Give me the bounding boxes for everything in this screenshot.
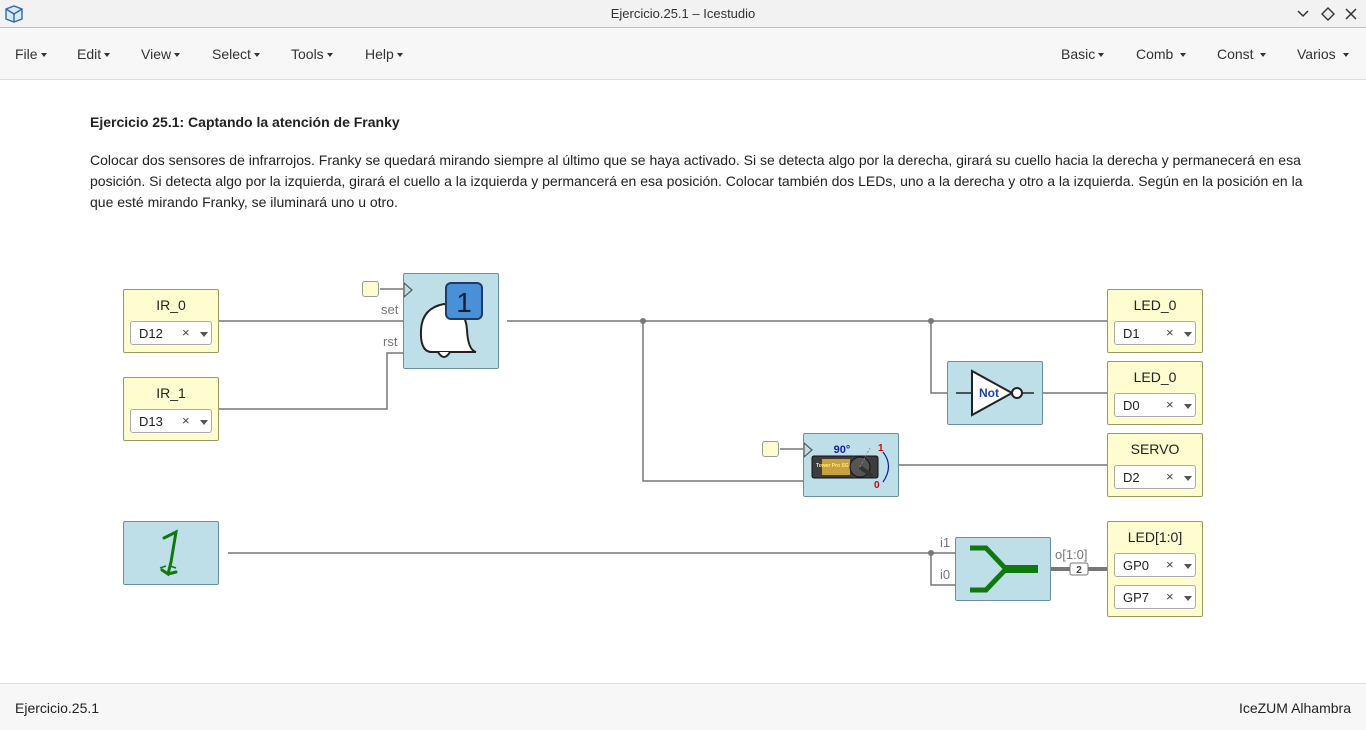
svg-text:1: 1	[456, 287, 472, 318]
dropdown-arrow-icon	[1184, 404, 1192, 409]
clock-input-toggle[interactable]	[362, 281, 379, 297]
pin-select[interactable]: D1 ×	[1114, 321, 1196, 345]
wire-junction	[928, 318, 934, 324]
design-canvas[interactable]: Ejercicio 25.1: Captando la atención de …	[0, 80, 1366, 683]
not-gate-icon: Not	[956, 369, 1034, 417]
output-block-led0-d1[interactable]: LED_0 D1 ×	[1107, 289, 1203, 353]
input-name: IR_0	[156, 297, 186, 313]
svg-text:0: 0	[874, 480, 880, 491]
port-label-out: o[1:0]	[1055, 547, 1088, 562]
dropdown-arrow-icon	[1184, 332, 1192, 337]
dropdown-arrow-icon	[200, 332, 208, 337]
menu-tools[interactable]: Tools	[291, 46, 333, 62]
menu-varios[interactable]: Varios	[1297, 46, 1349, 62]
title-bar: Ejercicio.25.1 – Icestudio	[0, 0, 1366, 28]
pin-select[interactable]: D2 ×	[1114, 465, 1196, 489]
status-bar: Ejercicio.25.1 IceZUM Alhambra	[0, 683, 1366, 730]
pin-select[interactable]: GP7 ×	[1114, 585, 1196, 609]
wire-junction	[640, 318, 646, 324]
svg-text:Not: Not	[979, 386, 999, 400]
pin-select[interactable]: D0 ×	[1114, 393, 1196, 417]
output-name: LED_0	[1133, 297, 1177, 313]
project-name: Ejercicio.25.1	[15, 700, 100, 716]
window-title: Ejercicio.25.1 – Icestudio	[610, 6, 756, 21]
clear-icon[interactable]: ×	[1166, 589, 1174, 604]
menu-basic[interactable]: Basic	[1061, 46, 1105, 62]
join-bus-block[interactable]	[955, 537, 1051, 601]
port-label-i1: i1	[940, 535, 951, 550]
menu-comb[interactable]: Comb	[1136, 46, 1187, 62]
port-label-set: set	[381, 302, 399, 317]
menu-bar: File Edit View Select Tools Help Basic C…	[0, 29, 1366, 80]
dropdown-arrow-icon	[200, 420, 208, 425]
servo-block[interactable]: 90° 1 0 Tower Pro SG-90	[803, 433, 899, 497]
clock-input-toggle[interactable]	[762, 441, 779, 457]
constant-one-icon	[159, 529, 178, 577]
clear-icon[interactable]: ×	[182, 325, 190, 340]
menu-const[interactable]: Const	[1217, 46, 1267, 62]
close-icon[interactable]	[1343, 6, 1359, 22]
pin-select[interactable]: D12 ×	[130, 321, 212, 345]
pin-select[interactable]: GP0 ×	[1114, 553, 1196, 577]
menu-view[interactable]: View	[141, 46, 181, 62]
wire-junction	[928, 550, 934, 556]
port-label-i0: i0	[940, 567, 951, 582]
flipflop-block[interactable]: 1	[403, 273, 499, 369]
svg-text:90°: 90°	[834, 444, 851, 456]
output-name: LED[1:0]	[1127, 529, 1183, 545]
output-name: SERVO	[1130, 441, 1180, 457]
bell-icon: 1	[403, 281, 483, 358]
clear-icon[interactable]: ×	[1166, 469, 1174, 484]
menu-file[interactable]: File	[15, 46, 47, 62]
join-bus-icon	[970, 545, 1038, 593]
wire-to-servo	[642, 321, 803, 482]
input-name: IR_1	[156, 385, 186, 401]
output-block-servo[interactable]: SERVO D2 ×	[1107, 433, 1203, 497]
dropdown-arrow-icon	[1184, 476, 1192, 481]
clear-icon[interactable]: ×	[1166, 557, 1174, 572]
output-block-led-bus[interactable]: LED[1:0] GP0 × GP7 ×	[1107, 521, 1203, 617]
menu-select[interactable]: Select	[212, 46, 260, 62]
wire-ir1-rst	[219, 352, 403, 410]
maximize-icon[interactable]	[1320, 6, 1336, 22]
input-block-ir0[interactable]: IR_0 D12 ×	[123, 289, 219, 353]
bus-size-label: 2	[1076, 565, 1082, 576]
clear-icon[interactable]: ×	[1166, 397, 1174, 412]
output-name: LED_0	[1133, 369, 1177, 385]
constant-one-block[interactable]	[123, 521, 219, 585]
minimize-icon[interactable]	[1295, 6, 1311, 22]
board-name[interactable]: IceZUM Alhambra	[1239, 700, 1351, 716]
output-block-led0-d0[interactable]: LED_0 D0 ×	[1107, 361, 1203, 425]
clear-icon[interactable]: ×	[1166, 325, 1174, 340]
port-label-rst: rst	[383, 334, 398, 349]
menu-help[interactable]: Help	[365, 46, 403, 62]
menu-edit[interactable]: Edit	[77, 46, 111, 62]
clear-icon[interactable]: ×	[182, 413, 190, 428]
servo-icon: 90° 1 0 Tower Pro SG-90	[803, 441, 890, 491]
not-gate-block[interactable]: Not	[947, 361, 1043, 425]
pin-select[interactable]: D13 ×	[130, 409, 212, 433]
wire-to-not	[930, 321, 947, 394]
dropdown-arrow-icon	[1184, 564, 1192, 569]
dropdown-arrow-icon	[1184, 596, 1192, 601]
input-block-ir1[interactable]: IR_1 D13 ×	[123, 377, 219, 441]
